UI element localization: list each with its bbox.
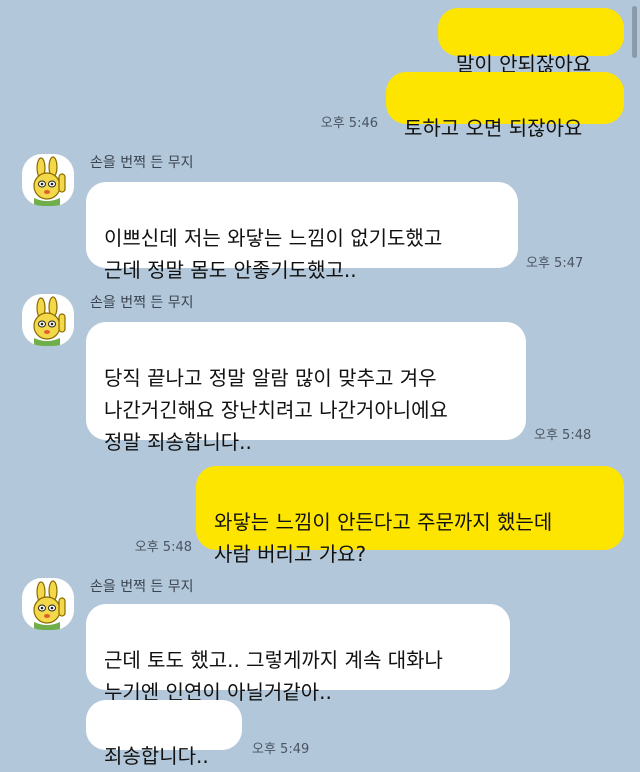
message-text: 와닿는 느낌이 안든다고 주문까지 했는데 사람 버리고 가요? (214, 510, 553, 566)
outgoing-message[interactable]: 와닿는 느낌이 안든다고 주문까지 했는데 사람 버리고 가요? (196, 466, 624, 566)
muzi-character-icon (33, 296, 66, 346)
outgoing-message[interactable]: 토하고 오면 되잖아요 (386, 72, 624, 140)
message-text: 죄송합니다.. (104, 744, 209, 768)
incoming-message[interactable]: 당직 끝나고 정말 알람 많이 맞추고 겨우 나간거긴해요 장난치려고 나간거아… (86, 322, 526, 454)
avatar[interactable] (22, 294, 74, 346)
message-text: 이쁘신데 저는 와닿는 느낌이 없기도했고 근데 정말 몸도 안좋기도했고.. (104, 226, 443, 282)
incoming-message[interactable]: 이쁘신데 저는 와닿는 느낌이 없기도했고 근데 정말 몸도 안좋기도했고.. (86, 182, 518, 282)
muzi-character-icon (33, 156, 66, 206)
message-time: 오후 5:48 (534, 428, 592, 443)
message-time: 오후 5:48 (134, 540, 192, 555)
message-text: 근데 토도 했고.. 그렇게까지 계속 대화나 누기엔 인연이 아닐거같아.. (104, 648, 443, 704)
incoming-message[interactable]: 근데 토도 했고.. 그렇게까지 계속 대화나 누기엔 인연이 아닐거같아.. (86, 604, 510, 704)
avatar[interactable] (22, 154, 74, 206)
muzi-character-icon (33, 580, 66, 630)
message-time: 오후 5:49 (252, 742, 310, 757)
avatar[interactable] (22, 578, 74, 630)
sender-name: 손을 번쩍 든 무지 (90, 295, 194, 311)
incoming-message[interactable]: 죄송합니다.. (86, 700, 242, 768)
message-text: 당직 끝나고 정말 알람 많이 맞추고 겨우 나간거긴해요 장난치려고 나간거아… (104, 366, 448, 454)
message-time: 오후 5:47 (526, 256, 584, 271)
sender-name: 손을 번쩍 든 무지 (90, 155, 194, 171)
scrollbar[interactable] (632, 6, 637, 58)
message-time: 오후 5:46 (320, 116, 378, 131)
sender-name: 손을 번쩍 든 무지 (90, 579, 194, 595)
outgoing-message[interactable]: 말이 안되잖아요 (438, 8, 624, 76)
message-text: 토하고 오면 되잖아요 (404, 116, 583, 140)
